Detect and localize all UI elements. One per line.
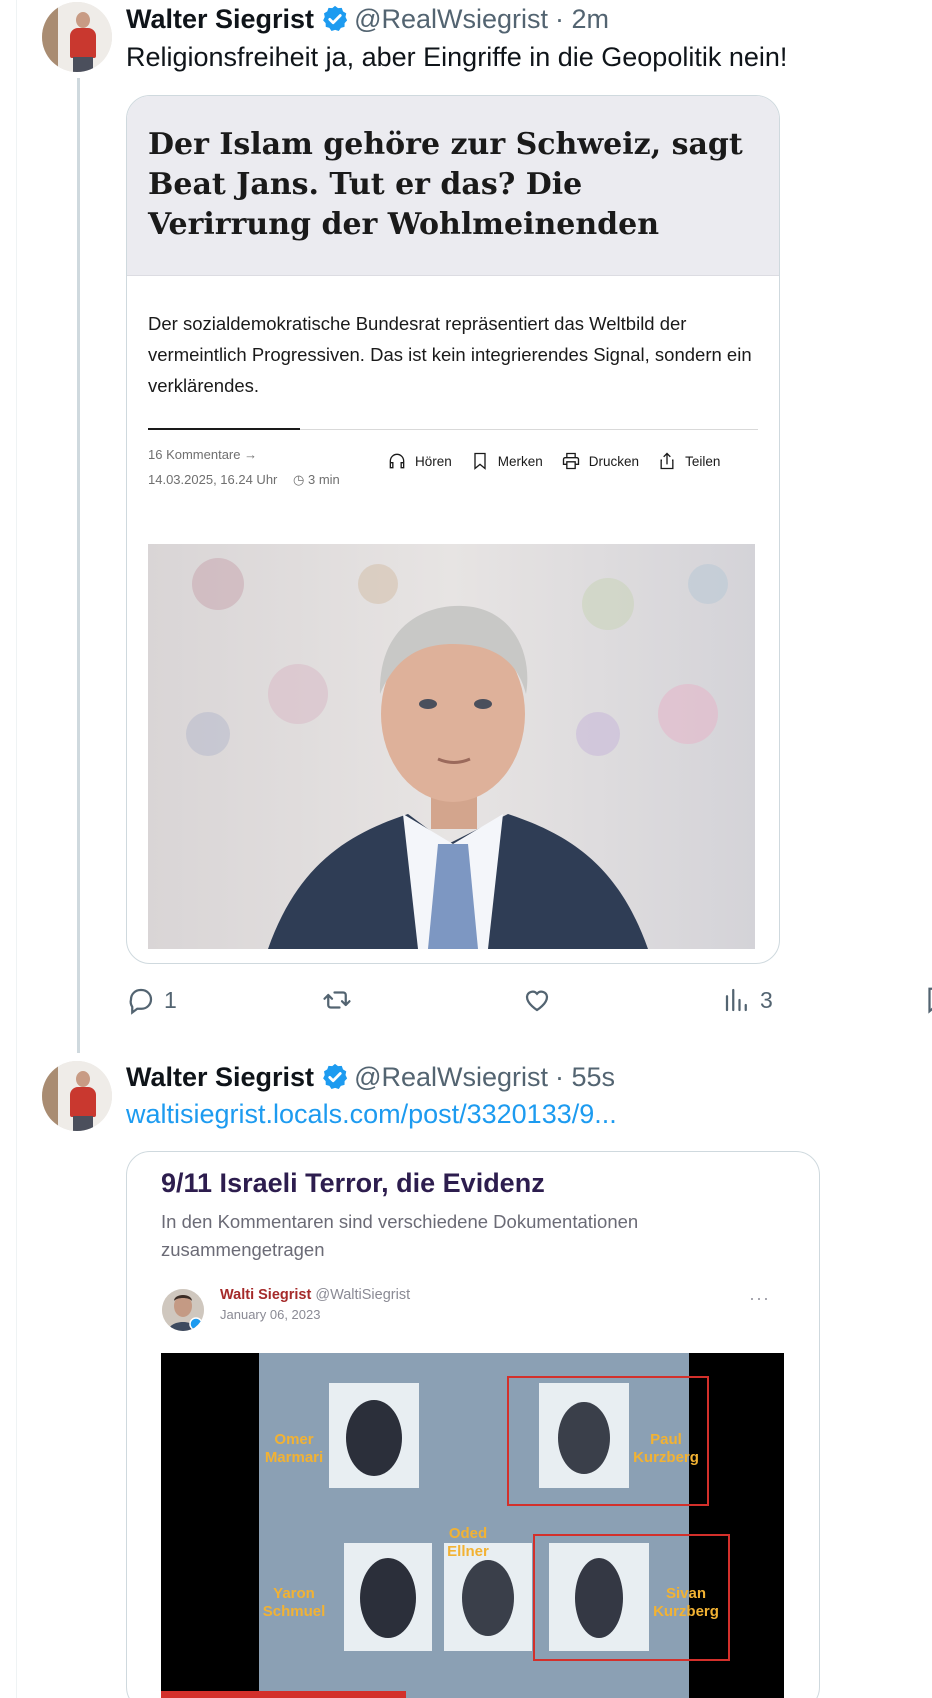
print-button[interactable]: Drucken bbox=[561, 451, 639, 471]
post-subtitle: In den Kommentaren sind verschiedene Dok… bbox=[161, 1211, 639, 1260]
tweet-header: Walter Siegrist @RealWsiegrist · 2m bbox=[126, 2, 609, 36]
author-name[interactable]: Walter Siegrist bbox=[126, 2, 314, 36]
author-handle[interactable]: @RealWsiegrist bbox=[354, 2, 548, 36]
article-teaser: Der sozialdemokratische Bundesrat repräs… bbox=[148, 313, 752, 396]
timestamp[interactable]: · 2m bbox=[555, 2, 609, 36]
tweet-header: Walter Siegrist @RealWsiegrist · 55s bbox=[126, 1060, 615, 1094]
verified-badge-icon bbox=[323, 1063, 348, 1089]
author-handle[interactable]: @RealWsiegrist bbox=[354, 1060, 548, 1094]
listen-button[interactable]: Hören bbox=[387, 451, 452, 471]
repost-icon bbox=[323, 991, 351, 1009]
author-avatar bbox=[162, 1289, 204, 1331]
video-label: Oded Ellner bbox=[447, 1525, 489, 1560]
video-label: Sivan Kurzberg bbox=[653, 1585, 719, 1620]
bookmark-button[interactable]: Merken bbox=[470, 451, 543, 471]
link-preview-card[interactable]: 9/11 Israeli Terror, die Evidenz In den … bbox=[126, 1151, 820, 1698]
video-label: Paul Kurzberg bbox=[633, 1431, 699, 1466]
listen-label: Hören bbox=[415, 453, 452, 469]
bookmark-share-button[interactable] bbox=[922, 985, 932, 1015]
bookmark-label: Merken bbox=[497, 453, 543, 469]
article-photo bbox=[148, 544, 755, 949]
video-label: Yaron Schmuel bbox=[262, 1585, 326, 1620]
printer-icon bbox=[562, 452, 579, 470]
post-author-handle: @WaltiSiegrist bbox=[315, 1287, 411, 1303]
bookmark-icon bbox=[474, 452, 486, 470]
like-button[interactable] bbox=[522, 985, 552, 1015]
video-thumbnail: Omer Marmari Paul Kurzberg Oded Ellner Y… bbox=[161, 1353, 784, 1698]
article-headline: Der Islam gehöre zur Schweiz, sagt Beat … bbox=[148, 127, 743, 242]
tweet-link[interactable]: waltisiegrist.locals.com/post/3320133/9.… bbox=[126, 1097, 617, 1131]
timeline-border bbox=[16, 0, 17, 1698]
view-count: 3 bbox=[760, 986, 773, 1013]
timestamp[interactable]: · 55s bbox=[555, 1060, 615, 1094]
divider-accent bbox=[148, 428, 300, 430]
read-time: 3 min bbox=[307, 472, 340, 487]
tweet-text: Religionsfreiheit ja, aber Eingriffe in … bbox=[126, 42, 788, 72]
link-preview-card[interactable]: Der Islam gehöre zur Schweiz, sagt Beat … bbox=[126, 95, 780, 964]
share-label: Teilen bbox=[685, 453, 721, 469]
article-actions: Hören Merken Drucken Teilen bbox=[387, 451, 720, 471]
share-icon bbox=[660, 452, 674, 470]
article-date: 14.03.2025, 16.24 Uhr bbox=[148, 472, 278, 487]
reply-button[interactable]: 1 bbox=[126, 985, 177, 1015]
print-label: Drucken bbox=[588, 453, 640, 469]
avatar[interactable] bbox=[42, 2, 112, 72]
comments-link[interactable]: 16 Kommentare → bbox=[148, 447, 257, 462]
post-author: Walti Siegrist @WaltiSiegrist bbox=[220, 1287, 410, 1303]
repost-button[interactable] bbox=[322, 985, 352, 1015]
verified-badge-icon bbox=[323, 5, 348, 31]
thread-connector-line bbox=[77, 78, 80, 1053]
video-label: Omer Marmari bbox=[264, 1431, 324, 1466]
heart-icon bbox=[525, 990, 549, 1012]
post-date: January 06, 2023 bbox=[220, 1307, 321, 1322]
post-title: 9/11 Israeli Terror, die Evidenz bbox=[161, 1168, 545, 1198]
avatar[interactable] bbox=[42, 1061, 112, 1131]
reply-icon bbox=[129, 988, 153, 1015]
post-author-name: Walti Siegrist bbox=[220, 1287, 312, 1303]
engagement-bar: 1 3 bbox=[126, 985, 932, 1025]
author-name[interactable]: Walter Siegrist bbox=[126, 1060, 314, 1094]
bookmark-icon bbox=[928, 987, 932, 1014]
clock-icon: ◷ bbox=[293, 472, 305, 487]
analytics-icon bbox=[725, 988, 747, 1012]
article-meta: 14.03.2025, 16.24 Uhr ◷ 3 min bbox=[148, 472, 340, 488]
more-options-icon: ··· bbox=[749, 1288, 770, 1308]
share-button[interactable]: Teilen bbox=[657, 451, 720, 471]
reply-count: 1 bbox=[164, 986, 177, 1013]
views-button[interactable]: 3 bbox=[722, 985, 773, 1015]
headphones-icon bbox=[389, 453, 405, 469]
